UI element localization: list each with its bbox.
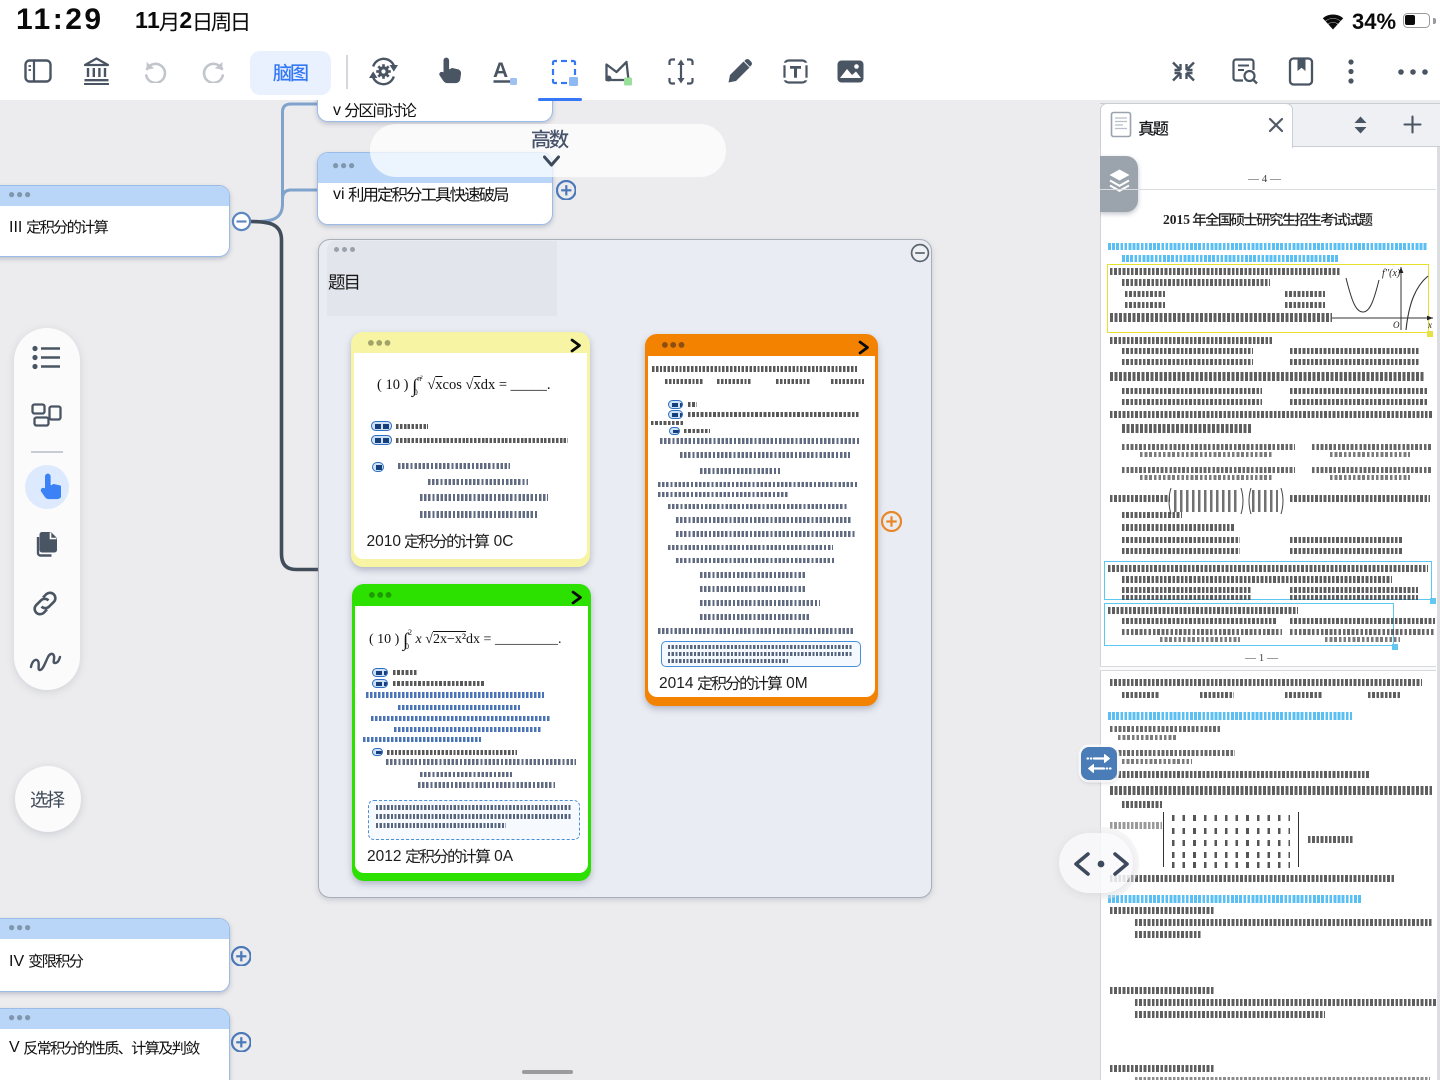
svg-text:f′′(x): f′′(x) bbox=[1382, 268, 1401, 279]
svg-text:x: x bbox=[1427, 320, 1432, 330]
svg-text:A: A bbox=[493, 59, 508, 82]
svg-text:O: O bbox=[1393, 320, 1400, 330]
